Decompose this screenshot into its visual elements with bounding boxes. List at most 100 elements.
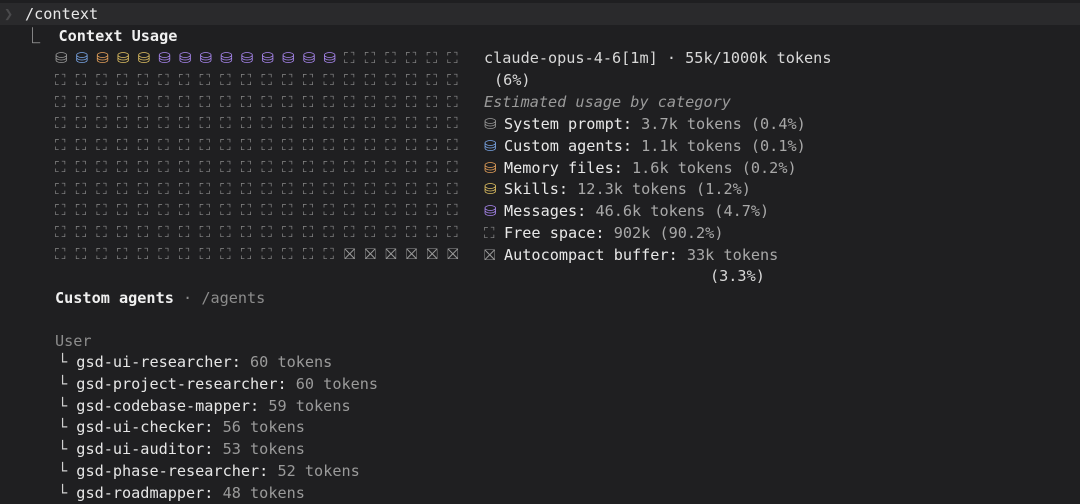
grid-cell-free: ⛶ — [364, 179, 376, 198]
grid-cell-buffer: ⛝ — [385, 244, 397, 263]
grid-cell-free: ⛶ — [199, 157, 211, 176]
grid-cell-free: ⛶ — [55, 92, 66, 111]
agent-tokens: 59 tokens — [259, 396, 351, 415]
grid-cell-free: ⛶ — [240, 114, 252, 133]
grid-cell-free: ⛶ — [55, 201, 66, 220]
grid-cell-free: ⛶ — [137, 179, 149, 198]
grid-cell-free: ⛶ — [199, 136, 211, 154]
grid-cell-free: ⛶ — [426, 70, 438, 89]
grid-cell-free: ⛶ — [55, 136, 66, 154]
terminal-window: ❯ /context ⎿ Context Usage ⛁ ⛁ ⛁ ⛁ ⛁ ⛁ ⛁ ⛁ ⛁ ⛁ ⛁ ⛁ ⛁… — [0, 0, 1080, 502]
grid-cell-free: ⛶ — [137, 114, 149, 133]
grid-cell-free: ⛶ — [75, 179, 87, 198]
grid-row: ⛶ ⛶ ⛶ ⛶ ⛶ ⛶ ⛶ ⛶ ⛶ ⛶ ⛶ ⛶ ⛶ ⛶ ⛶ ⛶ ⛶ ⛶ ⛶ ⛶ — [55, 69, 468, 91]
legend-label: Messages: — [504, 202, 587, 220]
legend-label: System prompt: — [504, 115, 633, 133]
grid-cell-free: ⛶ — [116, 157, 128, 176]
grid-cell-free: ⛶ — [302, 201, 314, 220]
grid-cell-free: ⛶ — [96, 70, 107, 89]
grid-cell-free: ⛶ — [158, 136, 169, 154]
grid-cell-free: ⛶ — [405, 92, 417, 111]
legend-value: 3.7k tokens (0.4%) — [632, 115, 806, 133]
grid-cell-free: ⛶ — [220, 201, 231, 220]
agent-name: gsd-ui-auditor: — [76, 440, 214, 458]
grid-cell-free: ⛶ — [220, 114, 231, 133]
grid-cell-free: ⛶ — [199, 201, 211, 220]
command-input[interactable]: /context — [25, 3, 98, 25]
grid-cell-free: ⛶ — [75, 92, 87, 111]
grid-cell-custom_agents: ⛁ — [75, 49, 89, 67]
grid-cell-free: ⛶ — [220, 244, 231, 263]
grid-cell-free: ⛶ — [343, 179, 355, 198]
grid-cell-free: ⛶ — [55, 223, 66, 241]
grid-cell-free: ⛶ — [447, 201, 458, 220]
grid-cell-free: ⛶ — [158, 92, 169, 111]
legend-label: Autocompact buffer: — [504, 245, 678, 264]
legend-value: 902k (90.2%) — [604, 223, 724, 242]
grid-cell-free: ⛶ — [405, 201, 417, 220]
grid-cell-free: ⛶ — [343, 49, 355, 67]
grid-cell-free: ⛶ — [323, 157, 334, 176]
agent-list-item: └ gsd-ui-auditor: 53 tokens — [58, 438, 305, 460]
agent-list-item: └ gsd-project-researcher: 60 tokens — [58, 373, 378, 395]
grid-cell-free: ⛶ — [158, 114, 169, 133]
grid-cell-free: ⛶ — [178, 201, 190, 220]
grid-cell-free: ⛶ — [405, 114, 417, 133]
grid-cell-free: ⛶ — [323, 92, 334, 111]
grid-cell-free: ⛶ — [282, 244, 293, 263]
grid-cell-free: ⛶ — [385, 136, 396, 154]
grid-cell-free: ⛶ — [158, 223, 169, 241]
legend-value: 1.1k tokens (0.1%) — [632, 136, 806, 155]
grid-cell-free: ⛶ — [158, 179, 169, 198]
grid-cell-free: ⛶ — [96, 244, 107, 263]
grid-cell-free: ⛶ — [364, 201, 376, 220]
grid-cell-free: ⛶ — [302, 136, 314, 154]
grid-cell-free: ⛶ — [240, 136, 252, 154]
grid-cell-free: ⛶ — [385, 114, 396, 133]
grid-cell-free: ⛶ — [282, 223, 293, 241]
grid-cell-messages: ⛁ — [302, 49, 316, 67]
legend-label: Memory files: — [504, 158, 623, 177]
grid-row: ⛶ ⛶ ⛶ ⛶ ⛶ ⛶ ⛶ ⛶ ⛶ ⛶ ⛶ ⛶ ⛶ ⛶ ⛶ ⛶ ⛶ ⛶ ⛶ ⛶ — [55, 221, 468, 243]
grid-cell-free: ⛶ — [302, 70, 314, 89]
grid-cell-free: ⛶ — [55, 244, 66, 263]
grid-cell-free: ⛶ — [220, 70, 231, 89]
grid-cell-free: ⛶ — [75, 201, 87, 220]
grid-cell-free: ⛶ — [137, 201, 149, 220]
grid-cell-free: ⛶ — [261, 179, 273, 198]
grid-cell-free: ⛶ — [240, 157, 252, 176]
agent-tokens: 60 tokens — [240, 353, 333, 371]
grid-cell-free: ⛶ — [96, 92, 107, 111]
grid-cell-free: ⛶ — [405, 223, 417, 241]
user-group-label: User — [55, 332, 92, 350]
tree-branch-icon: └ — [58, 440, 77, 458]
grid-cell-free: ⛶ — [199, 244, 211, 263]
model-percent: (6%) — [494, 71, 531, 89]
grid-row: ⛶ ⛶ ⛶ ⛶ ⛶ ⛶ ⛶ ⛶ ⛶ ⛶ ⛶ ⛶ ⛶ ⛶ ⛶ ⛶ ⛶ ⛶ ⛶ ⛶ — [55, 112, 468, 134]
grid-cell-free: ⛶ — [282, 179, 293, 198]
grid-cell-messages: ⛁ — [261, 49, 275, 67]
grid-cell-free: ⛶ — [116, 92, 128, 111]
grid-cell-free: ⛶ — [240, 70, 252, 89]
grid-cell-free: ⛶ — [364, 114, 376, 133]
tree-corner-icon: ⎿ — [25, 27, 50, 45]
grid-cell-free: ⛶ — [282, 157, 293, 176]
grid-cell-buffer: ⛝ — [405, 244, 418, 263]
grid-cell-free: ⛶ — [405, 157, 417, 176]
grid-cell-free: ⛶ — [385, 179, 396, 198]
grid-cell-free: ⛶ — [385, 157, 396, 176]
context-usage-title: Context Usage — [58, 27, 178, 45]
grid-cell-free: ⛶ — [426, 92, 438, 111]
agent-name: gsd-phase-researcher: — [76, 461, 269, 480]
legend-item-custom_agents: ⛁ Custom agents: 1.1k tokens (0.1%) — [484, 135, 806, 157]
grid-cell-free: ⛶ — [385, 223, 396, 241]
legend-value: 33k tokens — [677, 245, 779, 264]
grid-cell-free: ⛶ — [178, 244, 190, 263]
grid-cell-free: ⛶ — [405, 136, 417, 154]
grid-cell-free: ⛶ — [343, 223, 355, 241]
tree-branch-icon: └ — [58, 396, 77, 415]
grid-cell-free: ⛶ — [343, 157, 355, 176]
agent-name: gsd-roadmapper: — [76, 483, 214, 502]
separator-dot: · — [173, 289, 202, 307]
grid-row: ⛶ ⛶ ⛶ ⛶ ⛶ ⛶ ⛶ ⛶ ⛶ ⛶ ⛶ ⛶ ⛶ ⛶ ⛶ ⛶ ⛶ ⛶ ⛶ ⛶ — [55, 156, 468, 178]
